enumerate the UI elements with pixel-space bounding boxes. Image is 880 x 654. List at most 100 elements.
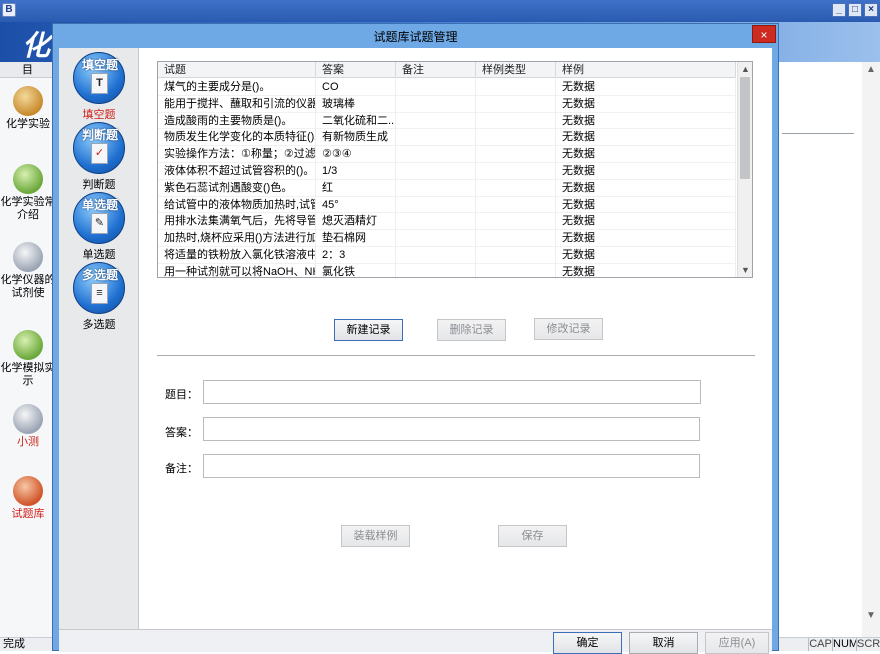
scroll-up-icon[interactable]: ▲ <box>862 62 880 78</box>
sidebar-item-label: 示 <box>22 375 34 387</box>
table-row[interactable]: 煤气的主要成分是()。 CO 无数据 <box>158 79 736 96</box>
note-label: 备注： <box>165 463 198 475</box>
table-cell: 无数据 <box>556 112 736 130</box>
table-cell: 熄灭酒精灯 <box>316 213 396 231</box>
sidebar-item-label: 化学仪器的 <box>0 274 56 286</box>
table-cell <box>396 146 476 163</box>
question-table[interactable]: 试题 答案 备注 样例类型 样例 煤气的主要成分是()。 CO 无数据 能用于搅拌、蘸… <box>157 61 753 278</box>
tab-true-false[interactable]: 判断题 ✓ 判断题 <box>59 122 139 192</box>
table-cell <box>396 79 476 96</box>
question-bank-icon <box>13 476 43 506</box>
save-button[interactable]: 保存 <box>498 525 567 547</box>
sidebar-item-simulation[interactable]: 化学模拟实 示 <box>0 330 56 388</box>
note-input[interactable] <box>203 454 700 478</box>
table-cell <box>396 230 476 247</box>
table-cell: 45° <box>316 196 396 214</box>
sidebar-item-question-bank[interactable]: 试题库 <box>0 476 56 521</box>
edit-record-button[interactable]: 修改记录 <box>534 318 603 340</box>
table-cell: 无数据 <box>556 146 736 163</box>
pencil-doc-icon: ✎ <box>91 213 108 234</box>
column-header-answer[interactable]: 答案 <box>316 62 396 78</box>
column-header-sample-type[interactable]: 样例类型 <box>476 62 556 78</box>
multi-choice-icon: 多选题 ≡ <box>73 262 125 314</box>
table-cell: 垫石棉网 <box>316 230 396 247</box>
caps-lock-indicator: CAP <box>808 638 832 651</box>
table-cell <box>396 263 476 277</box>
tab-multi-choice[interactable]: 多选题 ≡ 多选题 <box>59 262 139 332</box>
minimize-button[interactable]: _ <box>832 3 846 17</box>
table-row[interactable]: 物质发生化学变化的本质特征()。 有新物质生成 无数据 <box>158 129 736 147</box>
answer-label: 答案： <box>165 427 198 439</box>
table-row[interactable]: 能用于搅拌、蘸取和引流的仪器是...玻璃棒 无数据 <box>158 95 736 113</box>
table-cell: 能用于搅拌、蘸取和引流的仪器是... <box>158 95 316 113</box>
divider <box>782 133 854 134</box>
table-cell: 给试管中的液体物质加热时,试管与... <box>158 196 316 214</box>
status-text: 完成 <box>3 638 25 650</box>
scroll-down-icon[interactable]: ▼ <box>862 608 880 624</box>
load-sample-button[interactable]: 装载样例 <box>341 525 410 547</box>
table-row[interactable]: 给试管中的液体物质加热时,试管与...45° 无数据 <box>158 196 736 214</box>
dialog-titlebar[interactable]: 试题库试题管理 × <box>53 24 778 48</box>
table-cell: 1/3 <box>316 162 396 180</box>
table-cell <box>476 196 556 214</box>
sidebar-item-experiment-intro[interactable]: 化学实验常 介绍 <box>0 164 56 222</box>
main-scrollbar[interactable]: ▲ ▼ <box>862 62 880 637</box>
tab-single-choice[interactable]: 单选题 ✎ 单选题 <box>59 192 139 262</box>
table-row[interactable]: 用一种试剂就可以将NaOH、NH4...氯化铁 无数据 <box>158 263 736 277</box>
sidebar-item-quiz[interactable]: 小测 <box>0 404 56 449</box>
table-row[interactable]: 紫色石蕊试剂遇酸变()色。红 无数据 <box>158 179 736 197</box>
sidebar-item-experiment[interactable]: 化学实验 <box>0 86 56 131</box>
form-separator <box>157 355 755 357</box>
table-cell: 将适量的铁粉放入氯化铁溶液中，... <box>158 246 316 264</box>
question-bank-dialog: 试题库试题管理 × 填空题 T 填空题 判断题 ✓ 判断题 单选题 ✎ 单选题 … <box>52 23 779 654</box>
question-input[interactable] <box>203 380 701 404</box>
table-row[interactable]: 液体体积不超过试管容积的()。 1/3 无数据 <box>158 162 736 180</box>
check-doc-icon: ✓ <box>91 143 108 164</box>
table-cell <box>476 263 556 277</box>
table-cell: 红 <box>316 179 396 197</box>
table-cell <box>476 146 556 163</box>
main-window-controls: _ □ × <box>832 3 878 17</box>
flask-icon <box>13 86 43 116</box>
instrument-icon <box>13 242 43 272</box>
table-row[interactable]: 加热时,烧杯应采用()方法进行加热。垫石棉网 无数据 <box>158 230 736 247</box>
new-record-button[interactable]: 新建记录 <box>334 319 403 341</box>
table-row[interactable]: 造成酸雨的主要物质是()。 二氧化硫和二... 无数据 <box>158 112 736 130</box>
table-cell: 2：3 <box>316 246 396 264</box>
table-cell <box>396 246 476 264</box>
table-cell: 无数据 <box>556 213 736 231</box>
table-cell <box>476 246 556 264</box>
table-cell: 无数据 <box>556 196 736 214</box>
table-cell: 煤气的主要成分是()。 <box>158 79 316 96</box>
delete-record-button[interactable]: 删除记录 <box>437 319 506 341</box>
table-row[interactable]: 实验操作方法：①称量；②过滤；...②③④ 无数据 <box>158 146 736 163</box>
close-button[interactable]: × <box>864 3 878 17</box>
column-header-note[interactable]: 备注 <box>396 62 476 78</box>
table-cell <box>396 213 476 231</box>
column-header-question[interactable]: 试题 <box>158 62 316 78</box>
table-cell: 无数据 <box>556 95 736 113</box>
scroll-thumb[interactable] <box>740 77 750 179</box>
table-cell: CO <box>316 79 396 96</box>
tab-fill-blank[interactable]: 填空题 T 填空题 <box>59 52 139 122</box>
sidebar-item-label: 小测 <box>17 436 39 448</box>
table-cell: 加热时,烧杯应采用()方法进行加热。 <box>158 230 316 247</box>
maximize-button[interactable]: □ <box>848 3 862 17</box>
table-cell <box>396 112 476 130</box>
table-cell <box>396 95 476 113</box>
answer-input[interactable] <box>203 417 700 441</box>
table-cell: 用一种试剂就可以将NaOH、NH4... <box>158 263 316 277</box>
table-scrollbar[interactable]: ▲ ▼ <box>737 62 752 277</box>
dialog-close-button[interactable]: × <box>752 25 776 43</box>
sidebar-header: 目 <box>0 62 55 78</box>
scroll-down-icon[interactable]: ▼ <box>738 263 752 277</box>
table-row[interactable]: 用排水法集满氧气后，先将导管移...熄灭酒精灯 无数据 <box>158 213 736 231</box>
table-row[interactable]: 将适量的铁粉放入氯化铁溶液中，...2：3 无数据 <box>158 246 736 264</box>
sidebar-item-instruments[interactable]: 化学仪器的 试剂使 <box>0 242 56 300</box>
app-icon: B <box>2 3 16 17</box>
scroll-up-icon[interactable]: ▲ <box>738 62 752 76</box>
tab-label: 填空题 <box>82 109 116 121</box>
doc-icon: ≡ <box>91 283 108 304</box>
status-keys: CAP NUM SCRL <box>808 638 880 651</box>
column-header-sample[interactable]: 样例 <box>556 62 736 78</box>
